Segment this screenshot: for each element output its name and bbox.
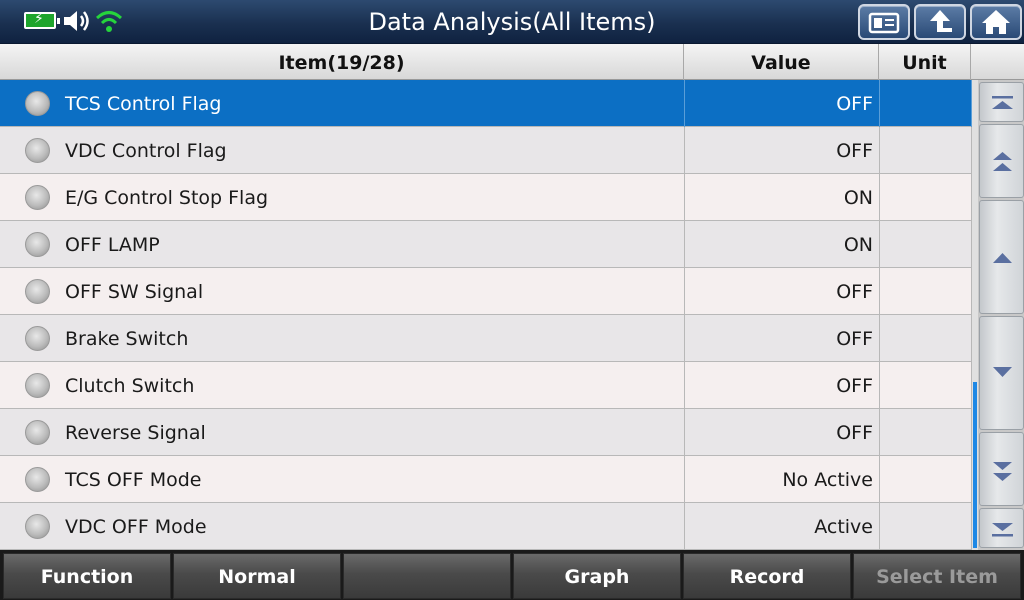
item-name: TCS OFF Mode (65, 469, 202, 491)
row-radio-icon[interactable] (25, 91, 50, 116)
header-corner (971, 44, 1024, 80)
item-value: ON (684, 221, 879, 268)
table-row[interactable]: OFF LAMP ON (0, 221, 972, 268)
item-value: OFF (684, 362, 879, 409)
data-list: TCS Control Flag OFF VDC Control Flag OF… (0, 80, 972, 550)
column-header-unit: Unit (879, 44, 971, 80)
row-radio-icon[interactable] (25, 279, 50, 304)
row-radio-icon[interactable] (25, 514, 50, 539)
item-unit (879, 315, 972, 362)
item-unit (879, 127, 972, 174)
item-unit (879, 503, 972, 550)
home-button[interactable] (970, 4, 1022, 40)
column-header-item: Item(19/28) (0, 44, 684, 80)
scroll-top-button[interactable] (979, 82, 1024, 122)
item-name: Brake Switch (65, 328, 189, 350)
row-radio-icon[interactable] (25, 467, 50, 492)
item-name: VDC Control Flag (65, 140, 227, 162)
item-unit (879, 221, 972, 268)
table-row[interactable]: TCS Control Flag OFF (0, 80, 972, 127)
scroll-bottom-icon (992, 523, 1013, 537)
page-up-icon (993, 152, 1012, 171)
item-unit (879, 409, 972, 456)
page-down-icon (993, 462, 1012, 481)
item-value: OFF (684, 315, 879, 362)
row-radio-icon[interactable] (25, 326, 50, 351)
row-radio-icon[interactable] (25, 232, 50, 257)
page-up-button[interactable] (979, 124, 1024, 198)
item-name: OFF LAMP (65, 234, 160, 256)
item-value: OFF (684, 80, 879, 127)
item-name: Reverse Signal (65, 422, 206, 444)
table-row[interactable]: VDC Control Flag OFF (0, 127, 972, 174)
item-value: ON (684, 174, 879, 221)
row-radio-icon[interactable] (25, 185, 50, 210)
select-item-button[interactable]: Select Item (853, 553, 1021, 599)
item-unit (879, 268, 972, 315)
table-row[interactable]: Brake Switch OFF (0, 315, 972, 362)
line-up-button[interactable] (979, 200, 1024, 314)
record-button[interactable]: Record (683, 553, 851, 599)
scroll-bottom-button[interactable] (979, 508, 1024, 548)
table-row[interactable]: E/G Control Stop Flag ON (0, 174, 972, 221)
table-row[interactable]: TCS OFF Mode No Active (0, 456, 972, 503)
item-value: OFF (684, 409, 879, 456)
id-card-icon (868, 12, 900, 34)
scrollbar-thumb[interactable] (973, 382, 977, 548)
graph-button[interactable]: Graph (513, 553, 681, 599)
item-name: E/G Control Stop Flag (65, 187, 269, 209)
table-row[interactable]: Clutch Switch OFF (0, 362, 972, 409)
normal-button[interactable]: Normal (173, 553, 341, 599)
blank-button[interactable] (343, 553, 511, 599)
item-unit (879, 456, 972, 503)
item-unit (879, 80, 972, 127)
back-icon (930, 10, 952, 32)
item-unit (879, 362, 972, 409)
item-value: No Active (684, 456, 879, 503)
item-name: TCS Control Flag (65, 93, 222, 115)
column-header-value: Value (684, 44, 879, 80)
table-row[interactable]: OFF SW Signal OFF (0, 268, 972, 315)
page-down-button[interactable] (979, 432, 1024, 506)
table-header: Item(19/28) Value Unit (0, 44, 1024, 80)
item-name: Clutch Switch (65, 375, 195, 397)
item-name: OFF SW Signal (65, 281, 204, 303)
row-radio-icon[interactable] (25, 138, 50, 163)
function-button[interactable]: Function (3, 553, 171, 599)
table-row[interactable]: Reverse Signal OFF (0, 409, 972, 456)
home-icon (982, 10, 1010, 34)
line-down-icon (993, 367, 1012, 377)
scroll-top-icon (992, 96, 1013, 109)
line-down-button[interactable] (979, 316, 1024, 430)
back-button[interactable] (914, 4, 966, 40)
table-row[interactable]: VDC OFF Mode Active (0, 503, 972, 550)
item-value: OFF (684, 268, 879, 315)
row-radio-icon[interactable] (25, 420, 50, 445)
row-radio-icon[interactable] (25, 373, 50, 398)
line-up-icon (993, 253, 1012, 263)
id-card-button[interactable] (858, 4, 910, 40)
item-value: OFF (684, 127, 879, 174)
item-unit (879, 174, 972, 221)
item-name: VDC OFF Mode (65, 516, 207, 538)
item-value: Active (684, 503, 879, 550)
